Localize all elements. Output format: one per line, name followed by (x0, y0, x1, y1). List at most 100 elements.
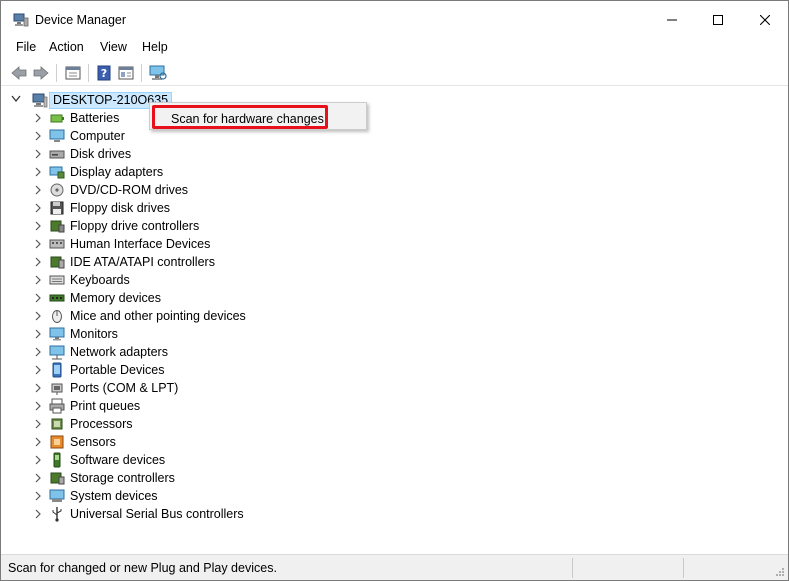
tree-node-label: Mice and other pointing devices (70, 309, 246, 323)
tree-node[interactable]: Portable Devices (1, 361, 401, 379)
device-tree[interactable]: DESKTOP-210O635 Batteries Computer Disk dr… (1, 87, 788, 550)
back-arrow-icon (11, 66, 27, 80)
tree-node[interactable]: Storage controllers (1, 469, 401, 487)
back-button[interactable] (9, 63, 29, 83)
forward-button[interactable] (31, 63, 51, 83)
scan-hardware-icon (149, 65, 167, 80)
scan-hardware-button[interactable] (148, 63, 168, 83)
chevron-right-icon[interactable] (34, 455, 42, 465)
dvd-drive-icon (50, 183, 64, 197)
chevron-right-icon[interactable] (34, 437, 42, 447)
chevron-right-icon[interactable] (34, 383, 42, 393)
chevron-right-icon[interactable] (34, 185, 42, 195)
context-menu: Scan for hardware changes (149, 102, 367, 130)
tree-node[interactable]: Universal Serial Bus controllers (1, 505, 401, 523)
tree-node[interactable]: Ports (COM & LPT) (1, 379, 401, 397)
tree-node-label: Computer (70, 129, 125, 143)
chevron-right-icon[interactable] (34, 221, 42, 231)
tree-node[interactable]: Mice and other pointing devices (1, 307, 401, 325)
tree-node[interactable]: Human Interface Devices (1, 235, 401, 253)
help-icon: ? (97, 65, 111, 81)
tree-node[interactable]: Floppy drive controllers (1, 217, 401, 235)
display-adapter-icon (49, 166, 65, 179)
title-bar: Device Manager (1, 1, 788, 38)
chevron-right-icon[interactable] (34, 131, 42, 141)
computer-icon (49, 129, 65, 142)
tree-node[interactable]: Processors (1, 415, 401, 433)
show-hide-tree-button[interactable] (116, 63, 136, 83)
tree-node-label: Memory devices (70, 291, 161, 305)
properties-pane-icon (65, 66, 81, 80)
chevron-right-icon[interactable] (34, 401, 42, 411)
port-icon (51, 383, 63, 395)
usb-icon (52, 507, 62, 522)
chevron-right-icon[interactable] (34, 167, 42, 177)
tree-node-label: Print queues (70, 399, 141, 413)
properties-pane-button[interactable] (63, 63, 83, 83)
resize-grip-icon[interactable] (775, 567, 785, 577)
minimize-button[interactable] (649, 1, 695, 38)
status-divider (572, 558, 573, 578)
tree-node[interactable]: Display adapters (1, 163, 401, 181)
tree-node-label: Network adapters (70, 345, 168, 359)
tree-node[interactable]: Print queues (1, 397, 401, 415)
tree-node[interactable]: Disk drives (1, 145, 401, 163)
chevron-right-icon[interactable] (34, 113, 42, 123)
tree-node[interactable]: System devices (1, 487, 401, 505)
tree-node-label: Floppy disk drives (70, 201, 171, 215)
chevron-right-icon[interactable] (34, 329, 42, 339)
portable-device-icon (52, 362, 62, 378)
tree-node-label: Processors (70, 417, 133, 431)
chevron-right-icon[interactable] (34, 365, 42, 375)
chevron-right-icon[interactable] (34, 419, 42, 429)
chevron-right-icon[interactable] (34, 257, 42, 267)
chevron-right-icon[interactable] (34, 347, 42, 357)
storage-controller-icon (50, 472, 65, 485)
disk-drive-icon (49, 150, 65, 159)
tree-node[interactable]: Keyboards (1, 271, 401, 289)
close-icon (760, 14, 770, 25)
menu-help[interactable]: Help (140, 40, 170, 54)
minimize-icon (667, 19, 677, 20)
maximize-button[interactable] (695, 1, 741, 38)
chevron-right-icon[interactable] (34, 293, 42, 303)
mouse-icon (52, 310, 62, 323)
tree-node[interactable]: DVD/CD-ROM drives (1, 181, 401, 199)
menu-file[interactable]: File (14, 40, 38, 54)
tree-node[interactable]: Floppy disk drives (1, 199, 401, 217)
scan-for-hardware-changes-item[interactable]: Scan for hardware changes (152, 105, 328, 129)
tree-node[interactable]: Software devices (1, 451, 401, 469)
tree-node-label: Software devices (70, 453, 166, 467)
chevron-right-icon[interactable] (34, 275, 42, 285)
ide-controller-icon (50, 256, 65, 269)
menu-action[interactable]: Action (47, 40, 86, 54)
chevron-right-icon[interactable] (34, 149, 42, 159)
chevron-down-icon[interactable] (11, 95, 21, 103)
tree-node-label: Universal Serial Bus controllers (70, 507, 244, 521)
tree-node-label: Monitors (70, 327, 118, 341)
tree-node[interactable]: Sensors (1, 433, 401, 451)
chevron-right-icon[interactable] (34, 311, 42, 321)
tree-node[interactable]: Memory devices (1, 289, 401, 307)
tree-node[interactable]: Monitors (1, 325, 401, 343)
help-button[interactable]: ? (94, 63, 114, 83)
menu-bar: File Action View Help (1, 38, 788, 58)
tree-node[interactable]: Network adapters (1, 343, 401, 361)
tree-node-label: Keyboards (70, 273, 130, 287)
chevron-right-icon[interactable] (34, 203, 42, 213)
tree-node[interactable]: IDE ATA/ATAPI controllers (1, 253, 401, 271)
floppy-drive-icon (50, 201, 64, 215)
menu-view[interactable]: View (98, 40, 129, 54)
memory-icon (49, 294, 65, 302)
status-divider (683, 558, 684, 578)
chevron-right-icon[interactable] (34, 239, 42, 249)
tree-node-label: Storage controllers (70, 471, 175, 485)
chevron-right-icon[interactable] (34, 491, 42, 501)
toolbar: ? (1, 60, 788, 86)
chevron-right-icon[interactable] (34, 509, 42, 519)
chevron-right-icon[interactable] (34, 473, 42, 483)
close-button[interactable] (742, 1, 788, 38)
toolbar-separator (141, 64, 142, 82)
processor-icon (51, 418, 63, 430)
tree-node-label: Floppy drive controllers (70, 219, 200, 233)
